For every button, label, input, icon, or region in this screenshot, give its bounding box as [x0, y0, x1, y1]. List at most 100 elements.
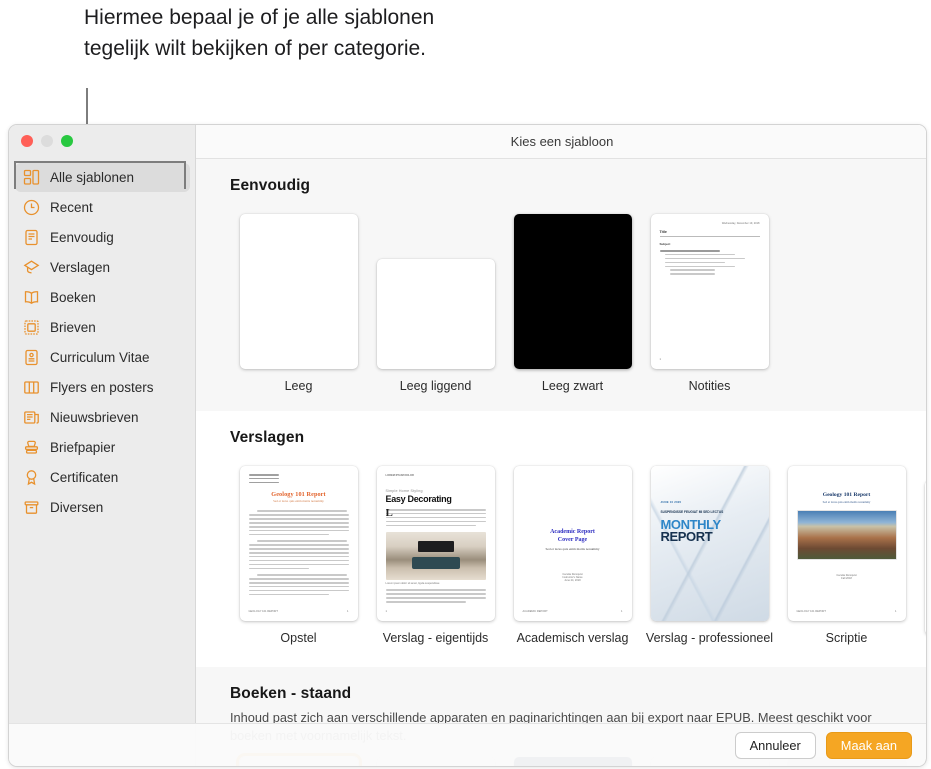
thumb-wrap — [239, 209, 358, 369]
cancel-button[interactable]: Annuleer — [734, 731, 816, 759]
template-card-leeg-liggend[interactable]: Leeg liggend — [367, 209, 504, 393]
document-icon — [22, 228, 41, 247]
academic-preview: Academic Report Cover Page Sed et lacus … — [522, 529, 623, 613]
template-card-verslag-professioneel[interactable]: JUNE 10 2020 SUSPENDISSE FEUGIAT MI SED … — [641, 461, 778, 645]
template-chooser-window: Alle sjablonen Recent Eenvoudig Verslage… — [8, 124, 927, 767]
sidebar-item-recent[interactable]: Recent — [15, 193, 190, 222]
template-label: Verslag - eigentijds — [382, 631, 489, 645]
book-icon — [22, 288, 41, 307]
sidebar: Alle sjablonen Recent Eenvoudig Verslage… — [9, 125, 196, 766]
minimize-button-icon[interactable] — [41, 135, 53, 147]
page-title: Kies een sjabloon — [510, 134, 614, 149]
sidebar-item-label: Nieuwsbrieven — [50, 410, 139, 425]
essay-preview: Geology 101 Report Sed et lacus quis eni… — [240, 466, 358, 621]
zoom-button-icon[interactable] — [61, 135, 73, 147]
sidebar-item-label: Boeken — [50, 290, 96, 305]
template-card-notities[interactable]: Wednesday, December 19, 2018 Title Subje… — [641, 209, 778, 393]
thesis-heading: Geology 101 Report — [822, 492, 871, 498]
sidebar-item-label: Certificaten — [50, 470, 119, 485]
template-card-opstel[interactable]: Geology 101 Report Sed et lacus quis eni… — [230, 461, 367, 645]
template-card-leeg-zwart[interactable]: Leeg zwart — [504, 209, 641, 393]
template-card-partial[interactable]: A — [915, 475, 926, 645]
template-thumbnail[interactable] — [239, 214, 358, 369]
resume-icon — [22, 348, 41, 367]
thumb-wrap: Geology 101 Report Sed et lacus quis eni… — [239, 461, 358, 621]
close-button-icon[interactable] — [21, 135, 33, 147]
template-card-leeg[interactable]: Leeg — [230, 209, 367, 393]
sidebar-item-diversen[interactable]: Diversen — [15, 493, 190, 522]
template-label: Leeg liggend — [399, 379, 472, 393]
academic-title-line1: Academic Report — [550, 529, 595, 535]
thesis-subheading: Sed et lacus quis enim mattis nonummy — [822, 500, 871, 504]
content-area: Kies een sjabloon Eenvoudig Leeg Leeg li… — [196, 125, 926, 766]
sidebar-item-nieuwsbrieven[interactable]: Nieuwsbrieven — [15, 403, 190, 432]
notes-preview: Wednesday, December 19, 2018 Title Subje… — [651, 214, 769, 369]
sidebar-item-label: Flyers en posters — [50, 380, 154, 395]
thumb-wrap: Wednesday, December 19, 2018 Title Subje… — [650, 209, 769, 369]
thumb-wrap — [376, 209, 495, 369]
template-label: Leeg — [284, 379, 313, 393]
notes-subject: Subject — [659, 242, 671, 246]
notes-date: Wednesday, December 19, 2018 — [721, 222, 760, 225]
monthly-big-line2: REPORT — [660, 529, 713, 545]
template-label: Verslag - professioneel — [645, 631, 774, 645]
sidebar-item-label: Curriculum Vitae — [50, 350, 150, 365]
sidebar-item-verslagen[interactable]: Verslagen — [15, 253, 190, 282]
sidebar-item-label: Recent — [50, 200, 93, 215]
sidebar-item-label: Briefpapier — [50, 440, 116, 455]
thumb-wrap: Geology 101 Report Sed et lacus quis eni… — [787, 461, 906, 621]
template-scroll-area[interactable]: Eenvoudig Leeg Leeg liggend Leeg zwart W… — [196, 159, 926, 766]
sidebar-list: Alle sjablonen Recent Eenvoudig Verslage… — [9, 163, 196, 523]
essay-subheading: Sed et lacus quis enim mattis nonummy — [273, 499, 324, 504]
thumb-wrap: A — [924, 475, 926, 635]
sidebar-item-curriculum-vitae[interactable]: Curriculum Vitae — [15, 343, 190, 372]
template-thumbnail[interactable]: A — [924, 480, 926, 635]
academic-subtitle: Sed et lacus quis enim mattis nonummy — [545, 547, 600, 551]
window-controls — [21, 135, 73, 147]
template-thumbnail[interactable] — [376, 259, 495, 369]
monthly-kicker: SUSPENDISSE FEUGIAT MI SED LECTUS — [660, 510, 724, 514]
template-label: Scriptie — [825, 631, 868, 645]
sidebar-item-certificaten[interactable]: Certificaten — [15, 463, 190, 492]
sidebar-item-brieven[interactable]: Brieven — [15, 313, 190, 342]
thumb-wrap: Academic Report Cover Page Sed et lacus … — [513, 461, 632, 621]
template-card-verslag-eigentijds[interactable]: LOREM IPSUM DOLOR Simple Home Styling Ea… — [367, 461, 504, 645]
template-label: Academisch verslag — [516, 631, 629, 645]
template-card-academisch-verslag[interactable]: Academic Report Cover Page Sed et lacus … — [504, 461, 641, 645]
template-thumbnail[interactable]: Academic Report Cover Page Sed et lacus … — [513, 466, 632, 621]
sidebar-item-briefpapier[interactable]: Briefpapier — [15, 433, 190, 462]
sidebar-item-label: Diversen — [50, 500, 104, 515]
thumb-wrap — [513, 209, 632, 369]
sidebar-item-boeken[interactable]: Boeken — [15, 283, 190, 312]
sidebar-item-label: Brieven — [50, 320, 96, 335]
flyer-icon — [22, 378, 41, 397]
section-title: Eenvoudig — [230, 177, 311, 194]
section-title: Verslagen — [230, 429, 305, 446]
notes-page-number: 1 — [659, 358, 661, 361]
sidebar-item-eenvoudig[interactable]: Eenvoudig — [15, 223, 190, 252]
window-title-bar: Kies een sjabloon — [196, 125, 926, 159]
template-thumbnail[interactable] — [513, 214, 632, 369]
template-thumbnail[interactable]: JUNE 10 2020 SUSPENDISSE FEUGIAT MI SED … — [650, 466, 769, 621]
template-thumbnail[interactable]: Wednesday, December 19, 2018 Title Subje… — [650, 214, 769, 369]
template-thumbnail[interactable]: LOREM IPSUM DOLOR Simple Home Styling Ea… — [376, 466, 495, 621]
thesis-term: Fall 2018 — [841, 577, 852, 580]
template-row: Leeg Leeg liggend Leeg zwart Wednesday, … — [230, 209, 926, 393]
create-button[interactable]: Maak aan — [825, 731, 912, 759]
newspaper-icon — [22, 408, 41, 427]
ribbon-icon — [22, 468, 41, 487]
template-thumbnail[interactable]: Geology 101 Report Sed et lacus quis eni… — [787, 466, 906, 621]
thumb-wrap: JUNE 10 2020 SUSPENDISSE FEUGIAT MI SED … — [650, 461, 769, 621]
template-card-scriptie[interactable]: Geology 101 Report Sed et lacus quis eni… — [778, 461, 915, 645]
canyon-photo — [796, 510, 897, 560]
monthly-preview: JUNE 10 2020 SUSPENDISSE FEUGIAT MI SED … — [651, 466, 769, 621]
rubber-stamp-icon — [22, 438, 41, 457]
box-icon — [22, 498, 41, 517]
graduation-icon — [22, 258, 41, 277]
monthly-date: JUNE 10 2020 — [660, 500, 682, 504]
sidebar-item-flyers-en-posters[interactable]: Flyers en posters — [15, 373, 190, 402]
essay-heading: Geology 101 Report — [271, 491, 326, 499]
clock-icon — [22, 198, 41, 217]
template-label: Notities — [688, 379, 731, 393]
template-thumbnail[interactable]: Geology 101 Report Sed et lacus quis eni… — [239, 466, 358, 621]
